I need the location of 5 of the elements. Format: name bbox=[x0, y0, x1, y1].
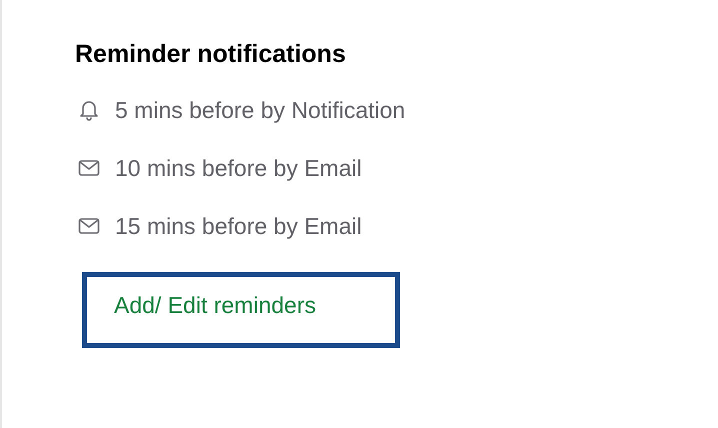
reminder-text: 5 mins before by Notification bbox=[115, 96, 406, 125]
reminder-text: 15 mins before by Email bbox=[115, 212, 362, 241]
add-edit-reminders-button[interactable]: Add/ Edit reminders bbox=[82, 272, 400, 348]
section-title: Reminder notifications bbox=[75, 39, 347, 70]
reminder-text: 10 mins before by Email bbox=[115, 154, 362, 183]
